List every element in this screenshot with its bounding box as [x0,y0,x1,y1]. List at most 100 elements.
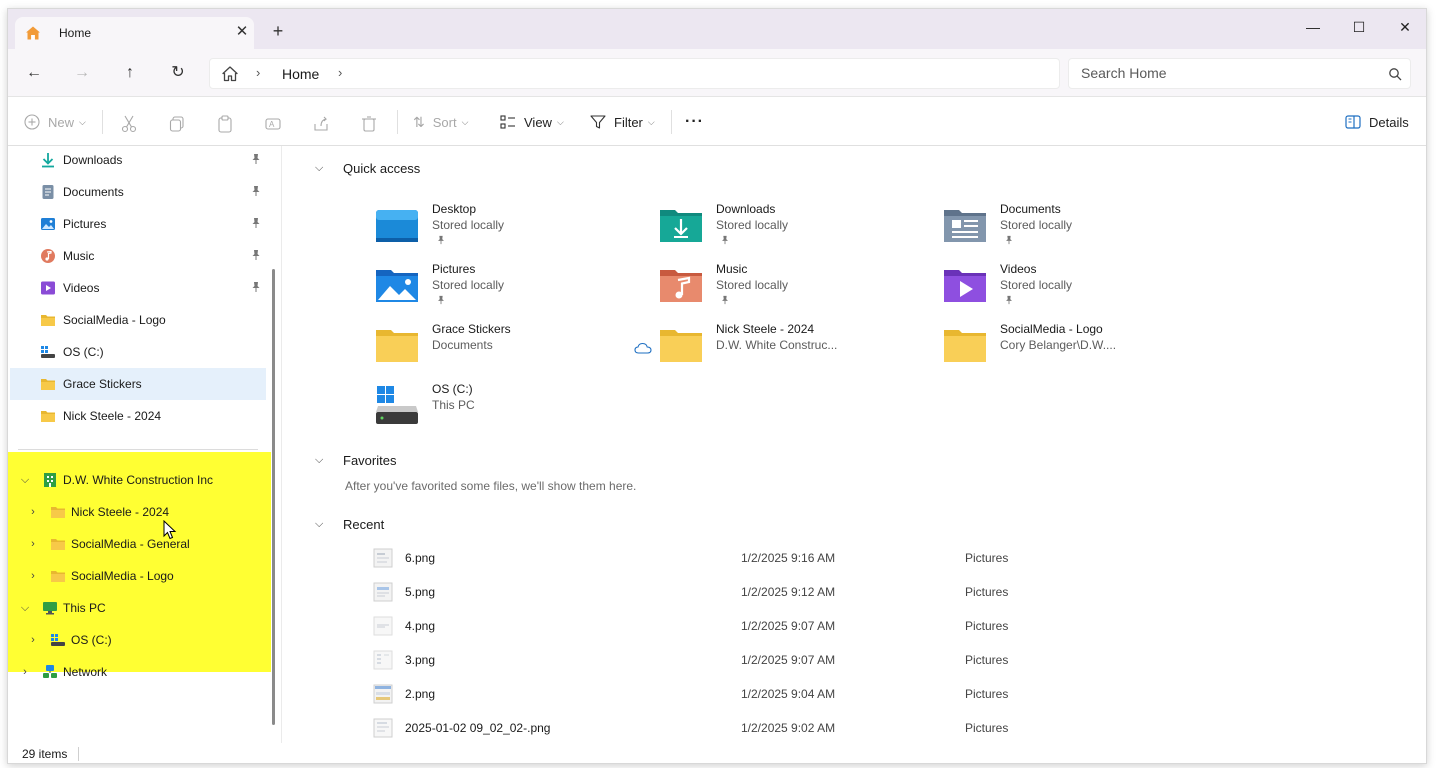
quick-access-socialmedia-logo[interactable]: SocialMedia - Logo Cory Belanger\D.W.... [943,320,1213,376]
folder-icon [41,379,55,390]
tree-item-os-c[interactable]: › OS (C:) [10,624,266,656]
tree-item-socialmedia-logo[interactable]: › SocialMedia - Logo [10,560,266,592]
copy-icon[interactable] [169,113,185,135]
folder-icon [41,315,55,326]
sidebar-item-pictures[interactable]: Pictures [10,208,266,240]
favorites-header[interactable]: ⌵ Favorites [315,450,396,470]
minimize-button[interactable]: — [1290,13,1336,41]
chevron-down-icon[interactable]: ⌵ [18,473,32,487]
rename-icon[interactable]: A [265,113,281,135]
quick-access-videos[interactable]: Videos Stored locally [943,260,1213,316]
tree-item-label: Nick Steele - 2024 [71,505,170,519]
folder-icon [51,571,65,582]
quick-access-documents[interactable]: Documents Stored locally [943,200,1213,256]
maximize-button[interactable]: ☐ [1336,13,1382,41]
pin-icon [1006,295,1012,305]
filter-button[interactable]: Filter ⌵ [590,111,655,133]
share-icon[interactable] [313,113,329,135]
delete-icon[interactable] [361,113,377,135]
tree-item-nick-steele-2024[interactable]: › Nick Steele - 2024 [10,496,266,528]
home-icon[interactable] [221,65,239,83]
more-options-button[interactable]: ··· [685,111,704,133]
videos-icon [41,281,55,295]
quick-access-desktop[interactable]: Desktop Stored locally [375,200,645,256]
quick-access-os-c[interactable]: OS (C:) This PC [375,380,645,436]
sidebar-item-videos[interactable]: Videos [10,272,266,304]
recent-row[interactable]: 2025-01-02 09_02_02-.png 1/2/2025 9:02 A… [371,711,1131,745]
chevron-right-icon[interactable]: › [26,633,40,647]
documents-folder-icon [944,210,986,242]
details-button[interactable]: Details [1345,111,1409,133]
forward-button[interactable]: → [70,61,94,85]
recent-header[interactable]: ⌵ Recent [315,514,384,534]
quick-access-music[interactable]: Music Stored locally [659,260,929,316]
pin-icon [722,235,728,245]
svg-text:A: A [269,120,275,129]
sidebar-item-documents[interactable]: Documents [10,176,266,208]
chevron-down-icon[interactable]: ⌵ [315,518,329,531]
sidebar-item-label: Documents [63,185,124,199]
quick-access-header[interactable]: ⌵ Quick access [315,158,420,178]
search-icon [1389,68,1402,81]
chevron-right-icon[interactable]: › [26,537,40,551]
pin-icon [722,295,728,305]
chevron-down-icon[interactable]: ⌵ [315,162,329,175]
pin-icon [252,186,260,196]
sidebar-item-grace-stickers[interactable]: Grace Stickers [10,368,266,400]
tree-item-socialmedia-general[interactable]: › SocialMedia - General [10,528,266,560]
quick-access-nick-steele-2024[interactable]: Nick Steele - 2024 D.W. White Construc..… [659,320,929,376]
downloads-folder-icon [660,210,702,242]
new-tab-button[interactable]: + [268,21,288,41]
address-bar[interactable]: › Home › [209,58,1060,89]
new-button[interactable]: New ⌵ [24,111,86,133]
file-name: 5.png [405,585,436,599]
sidebar-item-label: OS (C:) [63,345,104,359]
cut-icon[interactable] [121,113,137,135]
back-button[interactable]: ← [22,61,46,85]
sort-button[interactable]: ⇅ Sort ⌵ [413,111,468,133]
breadcrumb-separator[interactable]: › [256,65,260,80]
view-icon [500,115,515,129]
search-box[interactable] [1068,58,1411,89]
chevron-down-icon[interactable]: ⌵ [315,454,329,467]
chevron-down-icon[interactable]: ⌵ [18,601,32,615]
view-button[interactable]: View ⌵ [500,111,564,133]
paste-icon[interactable] [217,113,233,135]
quick-access-pictures[interactable]: Pictures Stored locally [375,260,645,316]
breadcrumb-separator[interactable]: › [338,65,342,80]
image-file-icon [373,548,393,568]
tree-item-label: Network [63,665,108,679]
recent-row[interactable]: 6.png 1/2/2025 9:16 AM Pictures [371,541,1131,575]
sidebar-item-music[interactable]: Music [10,240,266,272]
tab-home[interactable]: Home ✕ [15,17,254,49]
tree-item-dw-white[interactable]: ⌵ D.W. White Construction Inc [10,464,266,496]
quick-access-grace-stickers[interactable]: Grace Stickers Documents [375,320,645,376]
chevron-right-icon[interactable]: › [26,569,40,583]
up-button[interactable]: ↑ [118,61,142,85]
quick-access-downloads[interactable]: Downloads Stored locally [659,200,929,256]
recent-row[interactable]: 3.png 1/2/2025 9:07 AM Pictures [371,643,1131,677]
close-window-button[interactable]: ✕ [1382,13,1426,41]
recent-row[interactable]: 5.png 1/2/2025 9:12 AM Pictures [371,575,1131,609]
sidebar-item-nick-steele-2024[interactable]: Nick Steele - 2024 [10,400,266,432]
sidebar-item-downloads[interactable]: Downloads [10,144,266,176]
breadcrumb-home[interactable]: Home [282,66,319,82]
file-location: Pictures [965,721,1009,735]
command-bar: New ⌵ A ⇅ Sort ⌵ View ⌵ Filter ⌵ ··· Det… [8,98,1426,146]
details-label: Details [1369,114,1409,130]
tree-item-network[interactable]: › Network [10,656,266,688]
chevron-right-icon[interactable]: › [18,665,32,679]
refresh-button[interactable]: ↻ [166,61,190,85]
sidebar-item-os-c[interactable]: OS (C:) [10,336,266,368]
image-file-icon [373,650,393,670]
tree-item-this-pc[interactable]: ⌵ This PC [10,592,266,624]
search-input[interactable] [1081,65,1381,81]
item-name: Nick Steele - 2024 [716,322,815,336]
sidebar-scrollbar[interactable] [272,269,275,725]
tab-close-icon[interactable]: ✕ [233,23,251,41]
pin-icon [438,295,444,305]
sidebar-item-socialmedia-logo[interactable]: SocialMedia - Logo [10,304,266,336]
chevron-right-icon[interactable]: › [26,505,40,519]
recent-row[interactable]: 4.png 1/2/2025 9:07 AM Pictures [371,609,1131,643]
recent-row[interactable]: 2.png 1/2/2025 9:04 AM Pictures [371,677,1131,711]
